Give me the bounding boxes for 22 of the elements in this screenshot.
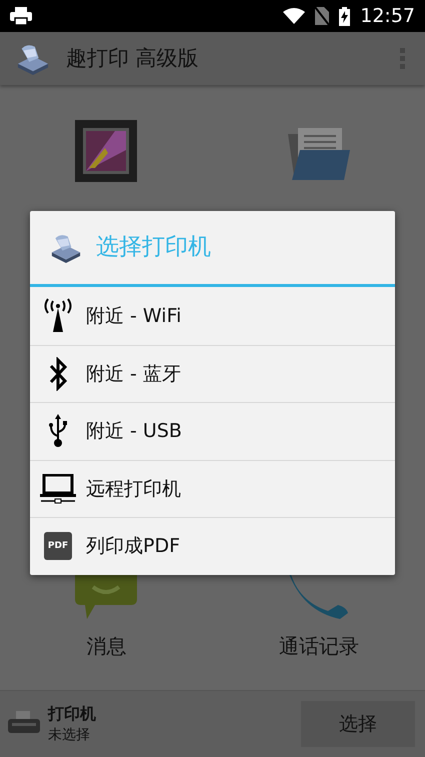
folder-icon (286, 126, 352, 182)
wifi-signal-icon (283, 8, 306, 24)
pdf-badge: PDF (44, 532, 72, 560)
bluetooth-icon (48, 356, 68, 391)
usb-icon (48, 414, 68, 448)
print-icon (10, 7, 32, 25)
printer-option[interactable]: PDF 列印成PDF (30, 517, 395, 574)
printer-label: 打印机 (48, 703, 97, 725)
no-sim-icon (315, 7, 330, 25)
clock-time: 12:57 (360, 4, 415, 29)
picture-frame-icon (75, 120, 138, 182)
printer-option[interactable]: 远程打印机 (30, 460, 395, 517)
computer-network-icon (39, 474, 77, 504)
printer-option[interactable]: 附近 - WiFi (30, 287, 395, 344)
tile-label: 通话记录 (278, 633, 359, 660)
dialog-title: 选择打印机 (96, 233, 211, 262)
tile-label: 消息 (86, 633, 126, 660)
printer-status: 未选择 (48, 726, 91, 745)
printer-option[interactable]: 附近 - USB (30, 402, 395, 460)
battery-charging-icon (339, 6, 350, 26)
app-title: 趣打印 高级版 (66, 44, 200, 72)
printer-option[interactable]: 附近 - 蓝牙 (30, 344, 395, 402)
